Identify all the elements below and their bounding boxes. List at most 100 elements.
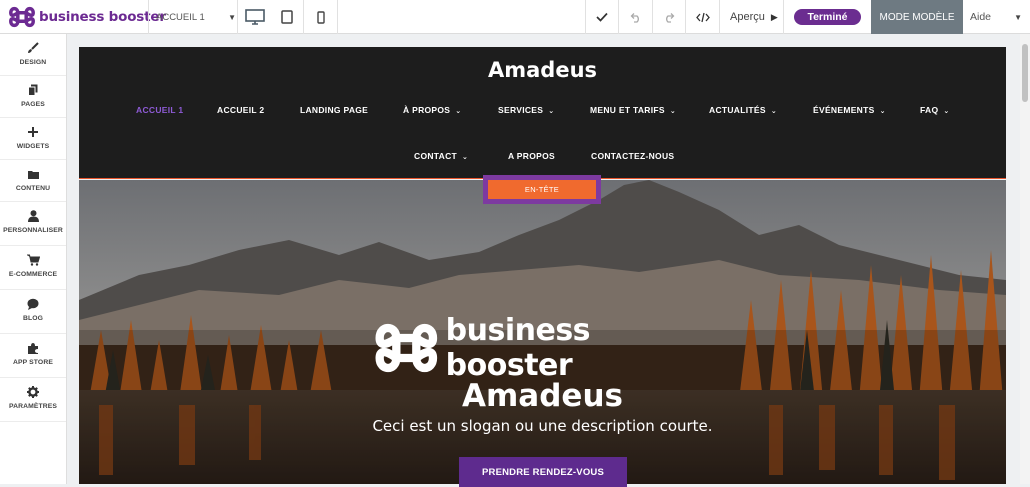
nav-item-label: SERVICES bbox=[498, 105, 544, 115]
chevron-down-icon: ⌄ bbox=[943, 108, 950, 115]
hero-logo[interactable]: business booster bbox=[373, 313, 713, 383]
user-icon bbox=[27, 210, 39, 222]
tablet-icon bbox=[281, 10, 293, 24]
nav-item-label: MENU ET TARIFS bbox=[590, 105, 665, 115]
sidebar-item-label: CONTENU bbox=[15, 185, 51, 192]
template-mode-button[interactable]: MODE MODÈLE bbox=[871, 0, 963, 34]
check-icon bbox=[596, 12, 608, 22]
chevron-down-icon: ⌄ bbox=[462, 154, 469, 161]
nav-item-menu-et-tarifs[interactable]: MENU ET TARIFS ⌄ bbox=[590, 105, 676, 115]
nav-item-a-propos[interactable]: À PROPOS ⌄ bbox=[403, 105, 461, 115]
sidebar-item-label: PAGES bbox=[21, 101, 45, 108]
chevron-down-icon: ⌄ bbox=[669, 108, 677, 115]
nav-item-evenements[interactable]: ÉVÉNEMENTS ⌄ bbox=[813, 105, 886, 115]
chevron-down-icon: ▼ bbox=[1014, 12, 1022, 22]
sidebar-item-label: PERSONNALISER bbox=[3, 227, 63, 234]
brand-logo[interactable]: business booster bbox=[8, 3, 166, 31]
chat-icon bbox=[27, 298, 39, 310]
sidebar-item-ecommerce[interactable]: E-COMMERCE bbox=[0, 246, 66, 290]
mobile-icon bbox=[316, 10, 325, 24]
sidebar-item-widgets[interactable]: WIDGETS bbox=[0, 118, 66, 160]
sidebar-item-label: APP STORE bbox=[13, 359, 53, 366]
nav-item-label: A PROPOS bbox=[508, 151, 555, 161]
nav-item-a-propos-2[interactable]: A PROPOS bbox=[508, 151, 555, 161]
nav-item-landing-page[interactable]: LANDING PAGE bbox=[300, 105, 368, 115]
scrollbar-thumb[interactable] bbox=[1022, 44, 1028, 102]
gear-icon bbox=[27, 386, 39, 398]
divider bbox=[148, 0, 149, 34]
hero-title[interactable]: Amadeus bbox=[380, 378, 705, 414]
sidebar-item-blog[interactable]: BLOG bbox=[0, 290, 66, 334]
sidebar-item-label: DESIGN bbox=[19, 59, 47, 66]
tablet-view-button[interactable] bbox=[272, 0, 302, 34]
nav-item-accueil-2[interactable]: ACCUEIL 2 bbox=[217, 105, 264, 115]
sidebar-item-label: BLOG bbox=[22, 315, 44, 322]
page-select[interactable]: ACCUEIL 1 ▼ bbox=[156, 0, 236, 34]
divider bbox=[719, 0, 720, 34]
play-icon: ▶ bbox=[770, 11, 778, 22]
sidebar-item-label: WIDGETS bbox=[16, 143, 50, 150]
site-title[interactable]: Amadeus bbox=[79, 58, 1006, 82]
nav-item-label: À PROPOS bbox=[403, 105, 451, 115]
help-label: Aide bbox=[970, 11, 992, 23]
redo-button[interactable] bbox=[653, 0, 685, 34]
pages-icon bbox=[28, 84, 38, 96]
nav-item-label: CONTACT bbox=[414, 151, 458, 161]
sidebar-item-personnaliser[interactable]: PERSONNALISER bbox=[0, 202, 66, 246]
chevron-down-icon: ⌄ bbox=[455, 108, 462, 115]
nav-item-accueil-1[interactable]: ACCUEIL 1 bbox=[136, 105, 183, 115]
desktop-icon bbox=[244, 9, 265, 25]
code-button[interactable] bbox=[686, 0, 719, 34]
sidebar-item-parametres[interactable]: PARAMÈTRES bbox=[0, 378, 66, 422]
cart-icon bbox=[26, 254, 40, 266]
chevron-down-icon: ⌄ bbox=[770, 108, 778, 115]
brand-name: business booster bbox=[39, 9, 166, 25]
nav-item-label: ACTUALITÉS bbox=[709, 105, 766, 115]
chevron-down-icon: ⌄ bbox=[548, 108, 555, 115]
brand-logo-icon bbox=[375, 323, 438, 373]
nav-item-services[interactable]: SERVICES ⌄ bbox=[498, 105, 554, 115]
page-select-value: ACCUEIL 1 bbox=[156, 11, 205, 23]
desktop-view-button[interactable] bbox=[238, 0, 271, 34]
puzzle-icon bbox=[28, 343, 38, 354]
chevron-down-icon: ⌄ bbox=[879, 108, 886, 115]
redo-icon bbox=[665, 12, 674, 23]
save-check-button[interactable] bbox=[586, 0, 618, 34]
undo-button[interactable] bbox=[619, 0, 652, 34]
help-menu[interactable]: Aide ▼ bbox=[970, 0, 1022, 34]
left-sidebar: DESIGN PAGES WIDGETS CONTENU PERSONNALIS… bbox=[0, 34, 67, 484]
nav-item-label: ÉVÉNEMENTS bbox=[813, 105, 875, 115]
nav-item-contactez-nous[interactable]: CONTACTEZ-NOUS bbox=[591, 151, 674, 161]
plus-icon bbox=[28, 127, 38, 137]
mobile-view-button[interactable] bbox=[304, 0, 337, 34]
sidebar-item-label: E-COMMERCE bbox=[8, 271, 58, 278]
folder-icon bbox=[27, 170, 39, 179]
section-tag-en-tete[interactable]: EN-TÊTE bbox=[488, 180, 596, 199]
sidebar-item-pages[interactable]: PAGES bbox=[0, 76, 66, 118]
nav-item-label: LANDING PAGE bbox=[300, 105, 369, 115]
nav-item-label: CONTACTEZ-NOUS bbox=[591, 151, 675, 161]
preview-label: Aperçu bbox=[730, 11, 765, 23]
code-icon bbox=[695, 12, 710, 22]
brand-logo-icon bbox=[9, 6, 35, 28]
hero-slogan[interactable]: Ceci est un slogan ou une description co… bbox=[340, 417, 745, 435]
divider bbox=[783, 0, 784, 34]
sidebar-item-label: PARAMÈTRES bbox=[8, 403, 58, 410]
nav-item-actualites[interactable]: ACTUALITÉS ⌄ bbox=[709, 105, 777, 115]
site-header[interactable]: Amadeus ACCUEIL 1 ACCUEIL 2 LANDING PAGE… bbox=[79, 47, 1006, 179]
undo-icon bbox=[630, 12, 639, 23]
sidebar-item-app-store[interactable]: APP STORE bbox=[0, 334, 66, 378]
nav-item-label: ACCUEIL 2 bbox=[217, 105, 265, 115]
preview-button[interactable]: Aperçu ▶ bbox=[730, 0, 778, 34]
divider bbox=[337, 0, 338, 34]
nav-item-label: ACCUEIL 1 bbox=[136, 105, 184, 115]
chevron-down-icon: ▼ bbox=[228, 12, 236, 22]
hero-logo-text: business booster bbox=[445, 313, 591, 383]
sidebar-item-design[interactable]: DESIGN bbox=[0, 34, 66, 76]
nav-item-contact[interactable]: CONTACT ⌄ bbox=[414, 151, 468, 161]
cta-button[interactable]: PRENDRE RENDEZ-VOUS bbox=[459, 457, 627, 487]
nav-item-faq[interactable]: FAQ ⌄ bbox=[920, 105, 950, 115]
done-button[interactable]: Terminé bbox=[794, 9, 861, 25]
nav-item-label: FAQ bbox=[920, 105, 939, 115]
sidebar-item-contenu[interactable]: CONTENU bbox=[0, 160, 66, 202]
